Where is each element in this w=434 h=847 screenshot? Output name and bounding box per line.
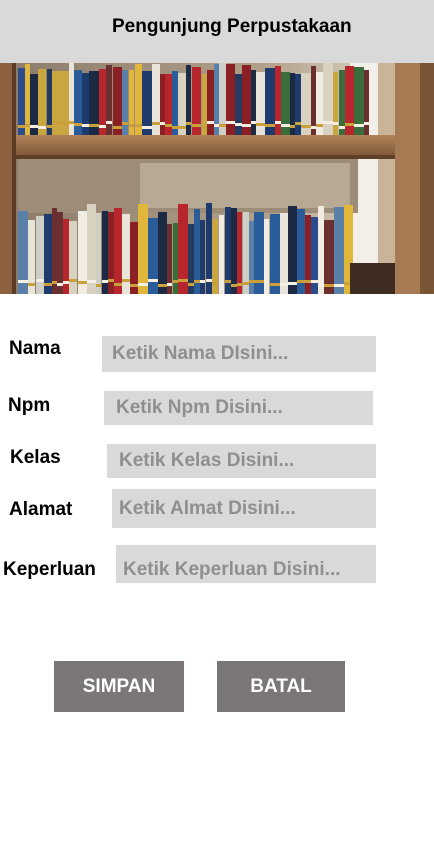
page-title: Pengunjung Perpustakaan <box>112 16 352 37</box>
npm-label: Npm <box>8 395 51 416</box>
keperluan-input[interactable] <box>116 545 376 583</box>
batal-button[interactable]: BATAL <box>217 661 345 712</box>
npm-input[interactable] <box>104 391 373 425</box>
nama-input[interactable] <box>102 336 376 372</box>
kelas-input[interactable] <box>107 444 376 478</box>
nama-label: Nama <box>9 338 61 359</box>
simpan-button[interactable]: SIMPAN <box>54 661 184 712</box>
alamat-input[interactable] <box>112 489 376 528</box>
app-header: Pengunjung Perpustakaan <box>0 0 434 63</box>
kelas-label: Kelas <box>10 447 61 468</box>
bookshelf-photo <box>0 63 434 294</box>
alamat-label: Alamat <box>9 499 73 520</box>
keperluan-label: Keperluan <box>3 559 96 580</box>
